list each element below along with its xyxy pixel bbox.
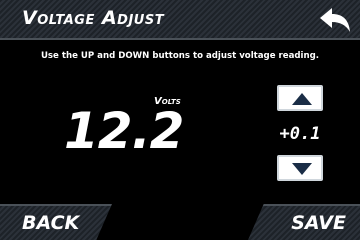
back-button-label: BACK (22, 212, 80, 234)
save-button-label: SAVE (291, 212, 346, 234)
back-arrow-icon[interactable] (318, 6, 352, 34)
header-bar: Voltage Adjust (0, 0, 360, 40)
step-value: +0.1 (279, 124, 321, 144)
increase-button[interactable] (277, 85, 323, 111)
decrease-button[interactable] (277, 155, 323, 181)
triangle-down-icon (292, 163, 312, 175)
voltage-adjust-screen: Voltage Adjust Use the UP and DOWN butto… (0, 0, 360, 240)
back-button[interactable]: BACK (0, 204, 112, 240)
save-button[interactable]: SAVE (248, 204, 360, 240)
page-title: Voltage Adjust (22, 7, 165, 29)
voltage-reading: 12.2 (64, 102, 184, 160)
instruction-text: Use the UP and DOWN buttons to adjust vo… (40, 51, 320, 61)
triangle-up-icon (292, 93, 312, 105)
